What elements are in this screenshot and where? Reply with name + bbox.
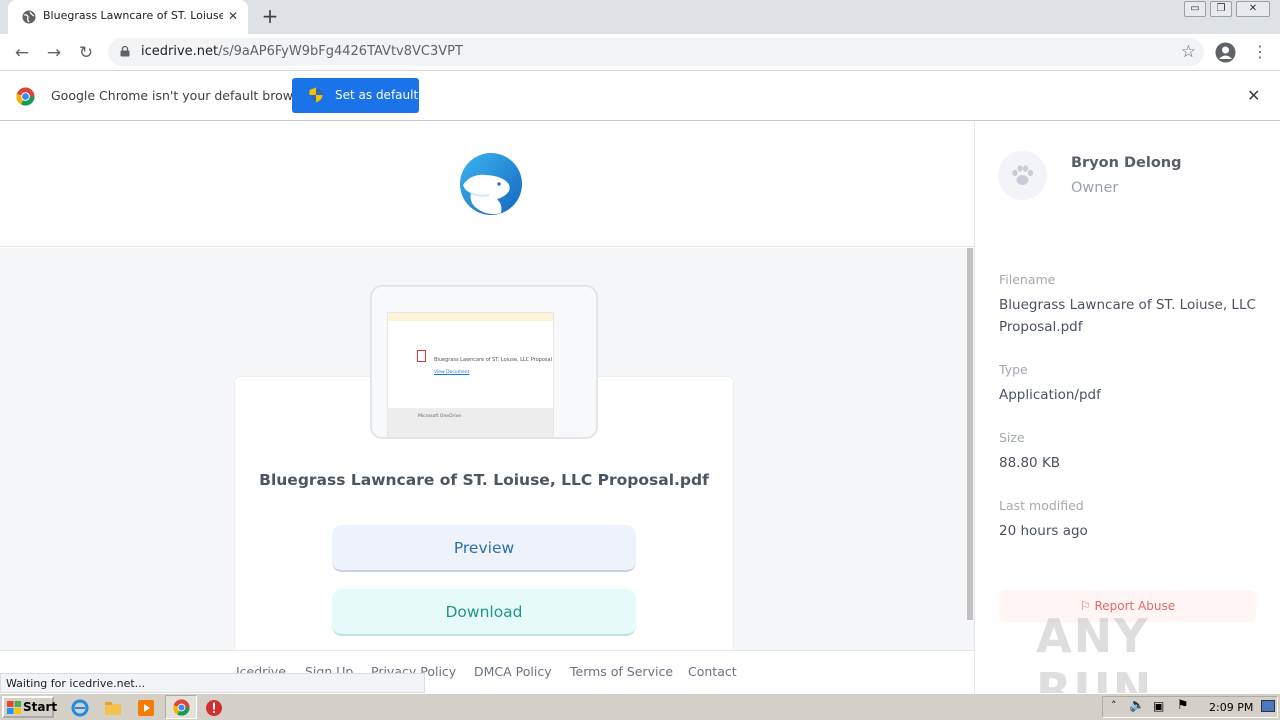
chrome-icon bbox=[173, 699, 190, 716]
filename-value: Bluegrass Lawncare of ST. Loiuse, LLC Pr… bbox=[999, 297, 1256, 335]
file-explorer-icon[interactable] bbox=[103, 698, 123, 718]
url-host: icedrive.net bbox=[141, 44, 219, 59]
pdf-file-icon bbox=[417, 350, 426, 362]
action-center-flag-icon[interactable]: ⚑ bbox=[1177, 698, 1189, 713]
new-tab-button[interactable]: + bbox=[258, 5, 282, 29]
start-button[interactable]: Start bbox=[2, 696, 58, 718]
thumbnail-document: Bluegrass Lawncare of ST. Loiuse, LLC Pr… bbox=[387, 312, 554, 438]
set-as-default-label: Set as default bbox=[335, 88, 419, 102]
browser-toolbar: ← → ↻ icedrive.net/s/9aAP6FyW9bFg4426TAV… bbox=[0, 34, 1280, 71]
start-label: Start bbox=[23, 700, 58, 714]
volume-icon[interactable]: 🔈 bbox=[1129, 698, 1145, 713]
file-thumbnail[interactable]: Bluegrass Lawncare of ST. Loiuse, LLC Pr… bbox=[370, 285, 598, 439]
page-content: Bluegrass Lawncare of ST. Loiuse, LLC Pr… bbox=[0, 121, 1280, 717]
windows-taskbar: Start ˄ 🔈 ▣ ⚑ 2:09 PM bbox=[0, 693, 1280, 720]
filename-label: Filename bbox=[999, 272, 1056, 287]
restore-button[interactable]: ❐ bbox=[1210, 1, 1232, 17]
taskbar-chrome-button[interactable] bbox=[165, 695, 197, 719]
network-icon[interactable]: ▣ bbox=[1153, 699, 1164, 713]
url-path: /s/9aAP6FyW9bFg4426TAVtv8VC3VPT bbox=[218, 44, 463, 59]
icedrive-logo[interactable] bbox=[457, 151, 525, 217]
type-value: Application/pdf bbox=[999, 387, 1101, 403]
footer-link-contact[interactable]: Contact bbox=[688, 664, 737, 679]
window-close-button[interactable]: ✕ bbox=[1236, 1, 1270, 17]
footer-link-terms[interactable]: Terms of Service bbox=[570, 664, 673, 679]
media-player-icon[interactable] bbox=[136, 698, 156, 718]
tab-title: Bluegrass Lawncare of ST. Loiuse, LLC Pr… bbox=[43, 9, 223, 22]
arrow-left-icon: ← bbox=[14, 43, 30, 63]
system-tray: ˄ 🔈 ▣ ⚑ 2:09 PM bbox=[1102, 696, 1278, 718]
reload-icon: ↻ bbox=[78, 43, 94, 63]
internet-explorer-icon[interactable] bbox=[70, 698, 90, 718]
back-button[interactable]: ← bbox=[10, 41, 34, 65]
paw-icon bbox=[1012, 165, 1034, 185]
lock-icon bbox=[120, 46, 130, 57]
size-label: Size bbox=[999, 430, 1025, 445]
address-bar[interactable]: icedrive.net/s/9aAP6FyW9bFg4426TAVtv8VC3… bbox=[108, 38, 1204, 66]
preview-button[interactable]: Preview bbox=[332, 525, 636, 572]
kebab-menu-icon[interactable]: ⋮ bbox=[1252, 42, 1268, 62]
thumbnail-footer: Microsoft OneDrive bbox=[388, 408, 553, 437]
type-label: Type bbox=[999, 362, 1028, 377]
thumbnail-brand: Microsoft OneDrive bbox=[418, 414, 462, 419]
forward-button[interactable]: → bbox=[42, 41, 66, 65]
url-text: icedrive.net/s/9aAP6FyW9bFg4426TAVtv8VC3… bbox=[141, 44, 463, 59]
thumbnail-doc-name: Bluegrass Lawncare of ST. Loiuse, LLC Pr… bbox=[434, 357, 552, 363]
infobar-message: Google Chrome isn't your default browser bbox=[51, 88, 313, 103]
arrow-right-icon: → bbox=[46, 43, 62, 63]
show-desktop-icon[interactable] bbox=[1261, 700, 1275, 712]
taskbar-clock[interactable]: 2:09 PM bbox=[1209, 701, 1253, 714]
reload-button[interactable]: ↻ bbox=[74, 41, 98, 65]
size-value: 88.80 KB bbox=[999, 455, 1061, 471]
thumbnail-banner bbox=[388, 313, 553, 321]
globe-icon bbox=[22, 10, 36, 24]
browser-tab[interactable]: Bluegrass Lawncare of ST. Loiuse, LLC Pr… bbox=[8, 0, 248, 34]
windows-flag-icon bbox=[7, 701, 21, 714]
default-browser-infobar: Google Chrome isn't your default browser… bbox=[0, 71, 1280, 121]
security-alert-icon[interactable] bbox=[204, 698, 224, 718]
owner-role: Owner bbox=[1071, 180, 1119, 196]
profile-icon[interactable] bbox=[1215, 42, 1236, 63]
download-button[interactable]: Download bbox=[332, 589, 636, 636]
infobar-close-button[interactable]: ✕ bbox=[1247, 86, 1260, 105]
minimize-button[interactable]: ▭ bbox=[1184, 1, 1206, 17]
scrollbar[interactable] bbox=[967, 248, 973, 620]
tab-strip: Bluegrass Lawncare of ST. Loiuse, LLC Pr… bbox=[0, 0, 1280, 34]
file-title: Bluegrass Lawncare of ST. Loiuse, LLC Pr… bbox=[259, 471, 709, 489]
set-as-default-button[interactable]: Set as default bbox=[292, 78, 419, 113]
main-header bbox=[0, 121, 974, 247]
modified-label: Last modified bbox=[999, 498, 1084, 513]
chrome-logo-icon bbox=[16, 87, 35, 106]
footer-link-dmca[interactable]: DMCA Policy bbox=[474, 664, 552, 679]
avatar bbox=[998, 151, 1047, 200]
status-bubble: Waiting for icedrive.net... bbox=[0, 673, 425, 693]
bookmark-star-icon[interactable]: ☆ bbox=[1181, 42, 1196, 62]
uac-shield-icon bbox=[309, 87, 323, 103]
modified-value: 20 hours ago bbox=[999, 523, 1088, 539]
panel-divider bbox=[974, 121, 975, 693]
tab-close-button[interactable]: ✕ bbox=[225, 8, 241, 24]
show-hidden-icons-icon[interactable]: ˄ bbox=[1111, 699, 1117, 712]
thumbnail-view-link: View Document bbox=[434, 370, 470, 375]
owner-name: Bryon Delong bbox=[1071, 155, 1182, 171]
